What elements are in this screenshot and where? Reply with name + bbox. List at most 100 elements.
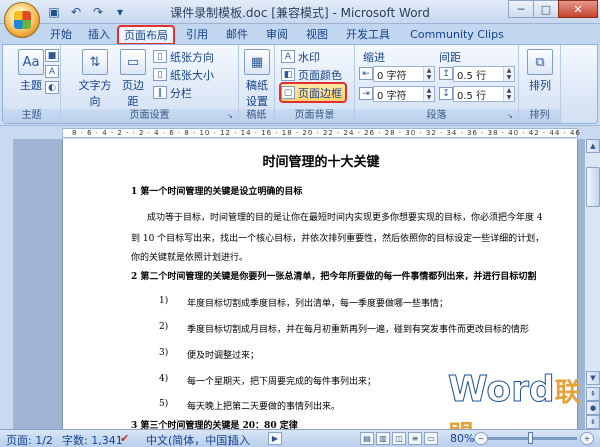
prev-page-icon[interactable]: ⇞	[586, 387, 600, 401]
group-draft-paper-label: 稿纸	[239, 109, 274, 123]
tab-community-clips[interactable]: Community Clips	[404, 26, 510, 44]
spacing-before-value: 0.5 行	[457, 70, 487, 82]
group-themes: Aa 主题 ■ A ◐ 主题	[3, 45, 61, 123]
page-count[interactable]: 页面: 1/2	[6, 432, 53, 447]
size-label: 纸张大小	[170, 68, 214, 82]
columns-button[interactable]: ‖ 分栏	[153, 84, 192, 101]
tab-insert[interactable]: 插入	[84, 26, 114, 44]
document-title: 时间管理的十大关键	[262, 155, 380, 170]
spinner-arrows-icon[interactable]: ▲ ▼	[423, 67, 434, 81]
page-color-button[interactable]: ◧ 页面颜色	[281, 66, 342, 83]
indent-left-input[interactable]: 0 字符 ▲ ▼	[373, 66, 435, 82]
web-layout-icon[interactable]: ◫	[392, 432, 406, 445]
proofing-icon[interactable]: ✔	[120, 432, 129, 445]
minimize-button[interactable]: ─	[508, 0, 534, 18]
arrange-icon: ⧉	[527, 49, 553, 75]
spacing-before-icon: ↥	[439, 67, 453, 80]
paragraph-launcher-icon[interactable]: ↘	[507, 112, 516, 121]
outline-view-icon[interactable]: ≡	[408, 432, 422, 445]
page-borders-icon: ▢	[281, 86, 295, 99]
watermark-label: 水印	[298, 50, 320, 64]
indent-right-input[interactable]: 0 字符 ▲ ▼	[373, 86, 435, 102]
group-page-setup: ⇅ 文字方向 ▭ 页边距 ▯ 纸张方向 ▯ 纸张大小 ‖ 分栏 页面设置 ↘	[61, 45, 239, 123]
heading-1: 1 第一个时间管理的关键是设立明确的目标	[131, 187, 303, 197]
zoom-level[interactable]: 80%	[450, 432, 474, 445]
size-button[interactable]: ▯ 纸张大小	[153, 66, 214, 83]
tab-home[interactable]: 开始	[44, 26, 78, 44]
tab-references[interactable]: 引用	[182, 26, 212, 44]
macro-record-icon[interactable]: ▶	[268, 432, 282, 445]
draft-view-icon[interactable]: ▭	[424, 432, 438, 445]
list-item: 便及时调整过来；	[187, 351, 260, 361]
indent-left-icon: ⇤	[359, 67, 373, 80]
scroll-thumb[interactable]	[586, 167, 600, 207]
next-page-icon[interactable]: ⇟	[586, 415, 600, 429]
spinner-arrows-icon[interactable]: ▲ ▼	[503, 67, 514, 81]
zoom-out-icon[interactable]: −	[474, 432, 488, 445]
tab-mailings[interactable]: 邮件	[222, 26, 252, 44]
group-draft-paper: ▦ 稿纸 设置 稿纸	[239, 45, 275, 123]
browse-object-icon[interactable]: ●	[586, 401, 600, 415]
tab-page-layout[interactable]: 页面布局	[117, 25, 175, 45]
office-logo-icon	[14, 11, 31, 29]
theme-fonts-icon[interactable]: A	[45, 65, 59, 78]
status-bar: 页面: 1/2 字数: 1,341 ✔ 中文(简体，中国) 插入 ▶ ▤ ▥ ◫…	[0, 429, 600, 447]
draft-paper-icon: ▦	[244, 49, 270, 75]
group-arrange: ⧉ 排列 排列	[519, 45, 561, 123]
list-item: 年度目标切割成季度目标，列出清单，每一季度要做哪一些事情；	[187, 299, 449, 309]
margins-icon: ▭	[120, 49, 146, 75]
size-icon: ▯	[153, 68, 167, 81]
print-layout-icon[interactable]: ▤	[360, 432, 374, 445]
page-color-icon: ◧	[281, 68, 295, 81]
window-controls: ─ □ ✕	[508, 0, 598, 18]
page-borders-button[interactable]: ▢ 页面边框	[279, 82, 347, 103]
word-count[interactable]: 字数: 1,341	[62, 432, 123, 447]
margins-button[interactable]: ▭ 页边距	[117, 49, 149, 109]
watermark-logo-word: Word	[448, 369, 556, 410]
watermark-icon: A	[281, 50, 295, 63]
group-arrange-label: 排列	[519, 109, 560, 123]
list-item: 季度目标切割成月目标，并在每月初重新再列一遍，碰到有突发事件而更改目标的情形	[187, 325, 530, 335]
draft-paper-label-2: 设置	[246, 95, 268, 108]
theme-colors-icon[interactable]: ■	[45, 49, 59, 62]
scroll-up-icon[interactable]: ▲	[586, 139, 600, 153]
ruler-marks: 8 · 6 · 4 · 2 · · 2 · 4 · 6 · 8 · 10 · 1…	[72, 129, 581, 137]
zoom-slider-thumb[interactable]	[528, 432, 533, 444]
scroll-down-icon[interactable]: ▼	[586, 371, 600, 385]
full-screen-reading-icon[interactable]: ▥	[376, 432, 390, 445]
group-paragraph-label: 段落	[355, 109, 518, 123]
horizontal-ruler[interactable]: 8 · 6 · 4 · 2 · · 2 · 4 · 6 · 8 · 10 · 1…	[0, 125, 600, 139]
group-themes-label: 主题	[3, 109, 60, 123]
vertical-ruler[interactable]	[0, 139, 14, 429]
language-status[interactable]: 中文(简体，中国)	[146, 432, 232, 447]
draft-paper-button[interactable]: ▦ 稿纸 设置	[242, 49, 272, 109]
zoom-in-icon[interactable]: +	[580, 432, 594, 445]
title-bar: ▣ ↶ ↷ ▾ 课件录制模板.doc [兼容模式] - Microsoft Wo…	[0, 0, 600, 38]
text-direction-button[interactable]: ⇅ 文字方向	[75, 49, 115, 109]
close-button[interactable]: ✕	[558, 0, 598, 18]
arrange-button[interactable]: ⧉ 排列	[525, 49, 555, 93]
vertical-scrollbar[interactable]: ▲ ▼ ⇞ ● ⇟	[584, 139, 600, 429]
orientation-button[interactable]: ▯ 纸张方向	[153, 48, 214, 65]
page-color-label: 页面颜色	[298, 68, 342, 82]
margins-label: 页边距	[122, 79, 144, 108]
heading-2: 2 第二个时间管理的关键是你要列一张总清单，把今年所要做的每一件事情都列出来，并…	[131, 272, 537, 282]
maximize-button[interactable]: □	[533, 0, 559, 18]
orientation-label: 纸张方向	[170, 50, 214, 64]
theme-effects-icon[interactable]: ◐	[45, 81, 59, 94]
indent-right-icon: ⇥	[359, 87, 373, 100]
spinner-arrows-icon[interactable]: ▲ ▼	[423, 87, 434, 101]
tab-developer[interactable]: 开发工具	[340, 26, 396, 44]
insert-mode[interactable]: 插入	[228, 432, 250, 447]
arrange-label: 排列	[529, 79, 551, 92]
tab-review[interactable]: 审阅	[262, 26, 292, 44]
watermark-button[interactable]: A 水印	[281, 48, 320, 65]
tab-view[interactable]: 视图	[302, 26, 332, 44]
spacing-before-input[interactable]: 0.5 行 ▲ ▼	[453, 66, 515, 82]
spacing-after-value: 0.5 行	[457, 90, 487, 102]
spacing-after-input[interactable]: 0.5 行 ▲ ▼	[453, 86, 515, 102]
office-button[interactable]	[4, 2, 40, 38]
page-setup-launcher-icon[interactable]: ↘	[227, 112, 236, 121]
spinner-arrows-icon[interactable]: ▲ ▼	[503, 87, 514, 101]
orientation-icon: ▯	[153, 50, 167, 63]
